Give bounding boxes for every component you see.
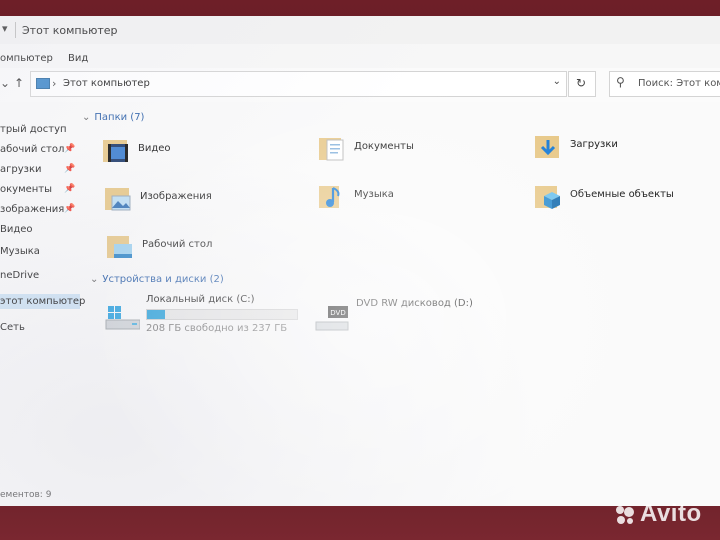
drive-usage-fill [147, 310, 165, 319]
folder-label: Рабочий стол [142, 239, 213, 250]
address-row: ⌄ ↑ › Этот компьютер ⌄ ↻ ⚲ Поиск: Этот к… [0, 68, 720, 102]
drive-c[interactable]: Локальный диск (C:) 208 ГБ свободно из 2… [104, 292, 304, 338]
pin-icon: 📌 [64, 204, 76, 214]
title-bar: ▾ Этот компьютер [0, 16, 720, 44]
up-arrow-icon[interactable]: ↑ [14, 76, 24, 90]
svg-text:DVD: DVD [330, 309, 345, 317]
folders-group-header[interactable]: ⌄ Папки (7) [82, 112, 144, 123]
computer-icon [36, 78, 50, 89]
tab-view[interactable]: Вид [68, 53, 88, 64]
folder-label: Изображения [140, 191, 212, 202]
title-separator [15, 22, 16, 38]
folder-music[interactable]: Музыка [318, 182, 498, 214]
collapse-chevron-icon[interactable]: ⌄ [82, 112, 90, 123]
search-icon: ⚲ [616, 75, 625, 89]
pictures-folder-icon [105, 188, 131, 211]
drive-usage-bar [146, 309, 298, 320]
navigation-pane: трый доступ абочий стол 📌 агрузки 📌 окум… [0, 102, 85, 502]
nav-item-this-pc[interactable]: этот компьютер [0, 294, 85, 309]
address-dropdown-icon[interactable]: ⌄ [553, 76, 561, 87]
collapse-chevron-icon[interactable]: ⌄ [90, 274, 98, 285]
nav-item-downloads[interactable]: агрузки [0, 164, 42, 175]
breadcrumb[interactable]: Этот компьютер [63, 78, 150, 89]
ribbon-tabs: омпьютер Вид [0, 44, 720, 69]
folders-group-title: Папки (7) [94, 112, 145, 123]
watermark-text: Avito [640, 500, 702, 527]
breadcrumb-chevron-icon[interactable]: › [52, 77, 56, 90]
drive-free-space: 208 ГБ свободно из 237 ГБ [146, 323, 288, 334]
nav-item-video[interactable]: Видео [0, 224, 33, 235]
nav-item-music[interactable]: Музыка [0, 246, 40, 257]
desktop-folder-icon [107, 236, 132, 258]
window-title: Этот компьютер [22, 24, 118, 37]
dvd-drive-icon: DVD [315, 306, 349, 331]
address-bar[interactable]: › Этот компьютер ⌄ [30, 71, 567, 97]
folder-desktop[interactable]: Рабочий стол [106, 232, 286, 264]
search-placeholder: Поиск: Этот компь [638, 78, 720, 89]
explorer-window: ▾ Этот компьютер омпьютер Вид ⌄ ↑ › Этот… [0, 16, 720, 506]
music-folder-icon [319, 186, 340, 208]
folder-pictures[interactable]: Изображения [104, 184, 284, 216]
folder-label: Объемные объекты [570, 189, 674, 200]
drive-label: Локальный диск (C:) [146, 294, 255, 305]
nav-item-documents[interactable]: окументы [0, 184, 52, 195]
status-bar-item-count: ементов: 9 [0, 490, 52, 500]
refresh-icon: ↻ [576, 76, 587, 90]
nav-item-quick-access[interactable]: трый доступ [0, 124, 67, 135]
nav-item-pictures[interactable]: зображения [0, 204, 64, 215]
3d-objects-folder-icon [535, 186, 560, 209]
local-disk-icon [105, 306, 140, 330]
folder-label: Загрузки [570, 139, 618, 150]
refresh-button[interactable]: ↻ [568, 71, 596, 97]
devices-group-title: Устройства и диски (2) [102, 274, 224, 285]
devices-group-header[interactable]: ⌄ Устройства и диски (2) [90, 274, 224, 285]
search-input[interactable]: ⚲ Поиск: Этот компь [609, 71, 720, 97]
recent-locations-chevron-icon[interactable]: ⌄ [0, 76, 10, 90]
tab-computer[interactable]: омпьютер [0, 53, 53, 64]
nav-item-network[interactable]: Сеть [0, 322, 25, 333]
pin-icon: 📌 [64, 144, 76, 154]
avito-logo-icon [616, 506, 634, 524]
drive-label: DVD RW дисковод (D:) [356, 298, 473, 309]
folder-video[interactable]: Видео [102, 136, 282, 168]
downloads-folder-icon [535, 136, 559, 158]
folder-label: Документы [354, 141, 414, 152]
documents-folder-icon [319, 138, 344, 161]
pin-icon: 📌 [64, 184, 76, 194]
folder-label: Музыка [354, 189, 394, 200]
folder-downloads[interactable]: Загрузки [534, 132, 714, 164]
folder-label: Видео [138, 143, 171, 154]
folder-documents[interactable]: Документы [318, 134, 498, 166]
folder-3d-objects[interactable]: Объемные объекты [534, 182, 714, 214]
drive-d[interactable]: DVD DVD RW дисковод (D:) [314, 296, 514, 336]
quick-access-chevron-icon[interactable]: ▾ [2, 22, 8, 35]
nav-item-onedrive[interactable]: neDrive [0, 270, 39, 281]
nav-item-desktop[interactable]: абочий стол [0, 144, 64, 155]
video-folder-icon [103, 140, 128, 162]
pin-icon: 📌 [64, 164, 76, 174]
